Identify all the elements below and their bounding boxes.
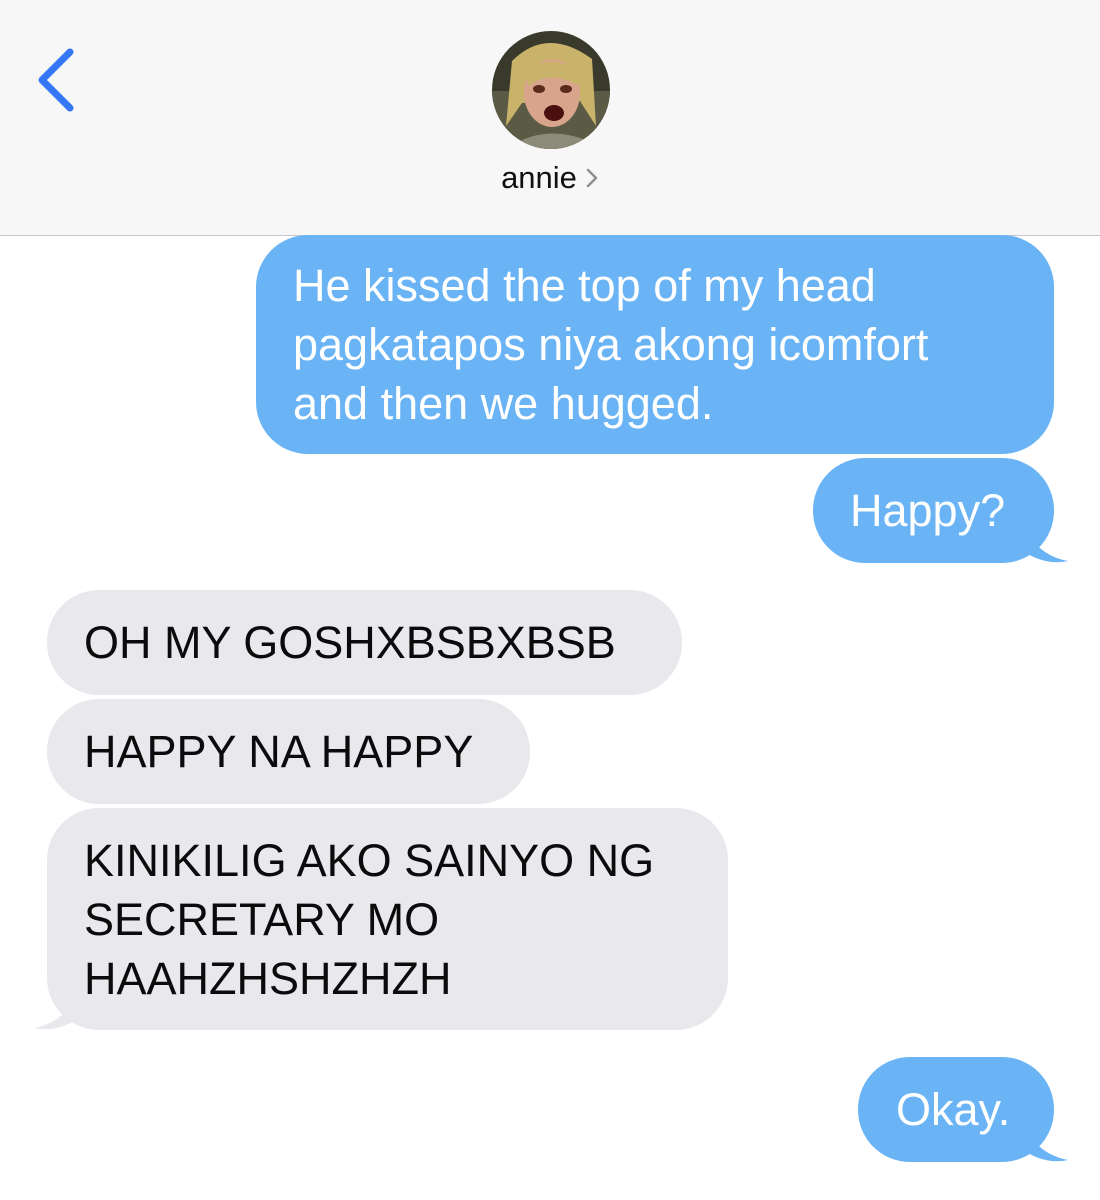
message-list[interactable]: He kissed the top of my head pagkatapos … [0, 235, 1100, 1200]
incoming-message[interactable]: KINIKILIG AKO SAINYO NG SECRETARY MO HAA… [47, 808, 728, 1030]
incoming-message[interactable]: OH MY GOSHXBSBXBSB [47, 590, 682, 695]
bubble-tail [34, 992, 82, 1030]
message-line: KINIKILIG AKO SAINYO NG [84, 835, 655, 886]
message-line: pagkatapos niya akong icomfort [293, 319, 929, 370]
chevron-left-icon [38, 48, 74, 112]
contact-avatar-photo-icon [492, 31, 610, 149]
bubble-tail [1020, 525, 1068, 563]
message-line: OH MY GOSHXBSBXBSB [84, 617, 616, 668]
message-line: SECRETARY MO [84, 894, 440, 945]
chevron-right-icon [586, 168, 598, 188]
contact-name-button[interactable]: annie [0, 160, 1100, 196]
outgoing-message[interactable]: He kissed the top of my head pagkatapos … [256, 235, 1054, 454]
incoming-message[interactable]: HAPPY NA HAPPY [47, 699, 530, 804]
message-line: HAAHZHSHZHZH [84, 953, 452, 1004]
back-button[interactable] [30, 40, 90, 120]
conversation-header: annie [0, 0, 1100, 236]
contact-avatar[interactable] [492, 31, 610, 149]
message-line: and then we hugged. [293, 378, 714, 429]
message-line: He kissed the top of my head [293, 260, 876, 311]
bubble-tail [1020, 1124, 1068, 1162]
contact-name: annie [501, 160, 577, 195]
outgoing-message[interactable]: Happy? [813, 458, 1054, 563]
message-line: HAPPY NA HAPPY [84, 726, 474, 777]
